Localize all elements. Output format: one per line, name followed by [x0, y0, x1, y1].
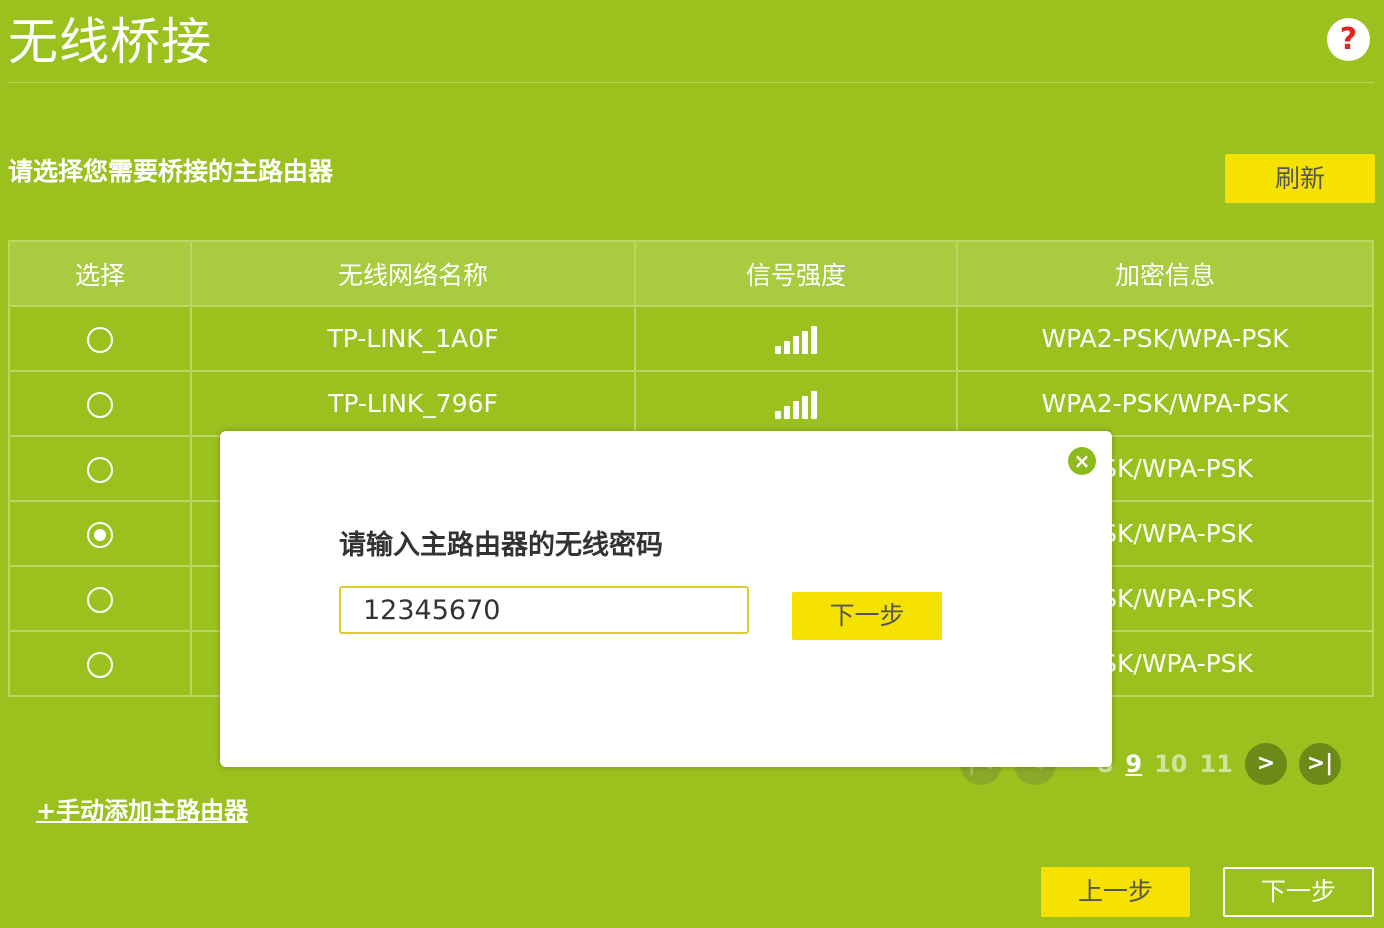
refresh-button[interactable]: 刷新	[1225, 154, 1375, 203]
page-number-current[interactable]: 9	[1125, 750, 1142, 778]
ssid-cell: TP-LINK_796F	[190, 370, 636, 437]
select-radio[interactable]	[87, 652, 113, 678]
select-cell	[8, 500, 192, 567]
signal-bar	[784, 405, 790, 419]
table-row[interactable]: TP-LINK_1A0F WPA2-PSK/WPA-PSK	[8, 305, 1374, 372]
signal-bar	[775, 345, 781, 354]
signal-cell	[634, 305, 958, 372]
table-header-row: 选择 无线网络名称 信号强度 加密信息	[8, 240, 1374, 307]
select-radio[interactable]	[87, 327, 113, 353]
help-icon[interactable]: ?	[1327, 18, 1370, 61]
close-icon[interactable]: ×	[1068, 447, 1096, 475]
column-header-security: 加密信息	[956, 240, 1374, 307]
signal-strength-icon	[775, 325, 817, 354]
next-page-icon[interactable]: >	[1244, 743, 1287, 785]
signal-bar	[811, 325, 817, 354]
security-cell: WPA2-PSK/WPA-PSK	[956, 370, 1374, 437]
select-radio[interactable]	[87, 392, 113, 418]
signal-bar	[793, 335, 799, 354]
instruction-text: 请选择您需要桥接的主路由器	[8, 157, 334, 186]
signal-strength-icon	[775, 390, 817, 419]
title-divider	[8, 82, 1374, 83]
signal-bar	[775, 410, 781, 419]
signal-bar	[802, 330, 808, 354]
password-label: 请输入主路由器的无线密码	[339, 530, 663, 561]
select-radio[interactable]	[87, 522, 113, 548]
signal-bar	[793, 400, 799, 419]
page-number[interactable]: 10	[1154, 750, 1187, 778]
next-step-button[interactable]: 下一步	[1223, 867, 1374, 917]
select-radio[interactable]	[87, 457, 113, 483]
select-cell	[8, 630, 192, 697]
ssid-cell: TP-LINK_1A0F	[190, 305, 636, 372]
select-cell	[8, 305, 192, 372]
select-cell	[8, 435, 192, 502]
select-cell	[8, 370, 192, 437]
signal-bar	[811, 390, 817, 419]
password-dialog: × 请输入主路由器的无线密码 下一步	[220, 431, 1112, 767]
select-cell	[8, 565, 192, 632]
security-cell: WPA2-PSK/WPA-PSK	[956, 305, 1374, 372]
column-header-ssid: 无线网络名称	[190, 240, 636, 307]
page-title: 无线桥接	[8, 13, 212, 71]
select-radio[interactable]	[87, 587, 113, 613]
table-row[interactable]: TP-LINK_796F WPA2-PSK/WPA-PSK	[8, 370, 1374, 437]
manual-add-link[interactable]: +手动添加主路由器	[36, 791, 248, 826]
signal-cell	[634, 370, 958, 437]
last-page-icon[interactable]: >|	[1298, 743, 1341, 785]
dialog-next-button[interactable]: 下一步	[792, 592, 942, 640]
signal-bar	[802, 395, 808, 419]
column-header-signal: 信号强度	[634, 240, 958, 307]
page-number[interactable]: 11	[1200, 750, 1233, 778]
password-input[interactable]	[339, 586, 749, 634]
signal-bar	[784, 340, 790, 354]
prev-step-button[interactable]: 上一步	[1041, 867, 1190, 917]
column-header-select: 选择	[8, 240, 192, 307]
